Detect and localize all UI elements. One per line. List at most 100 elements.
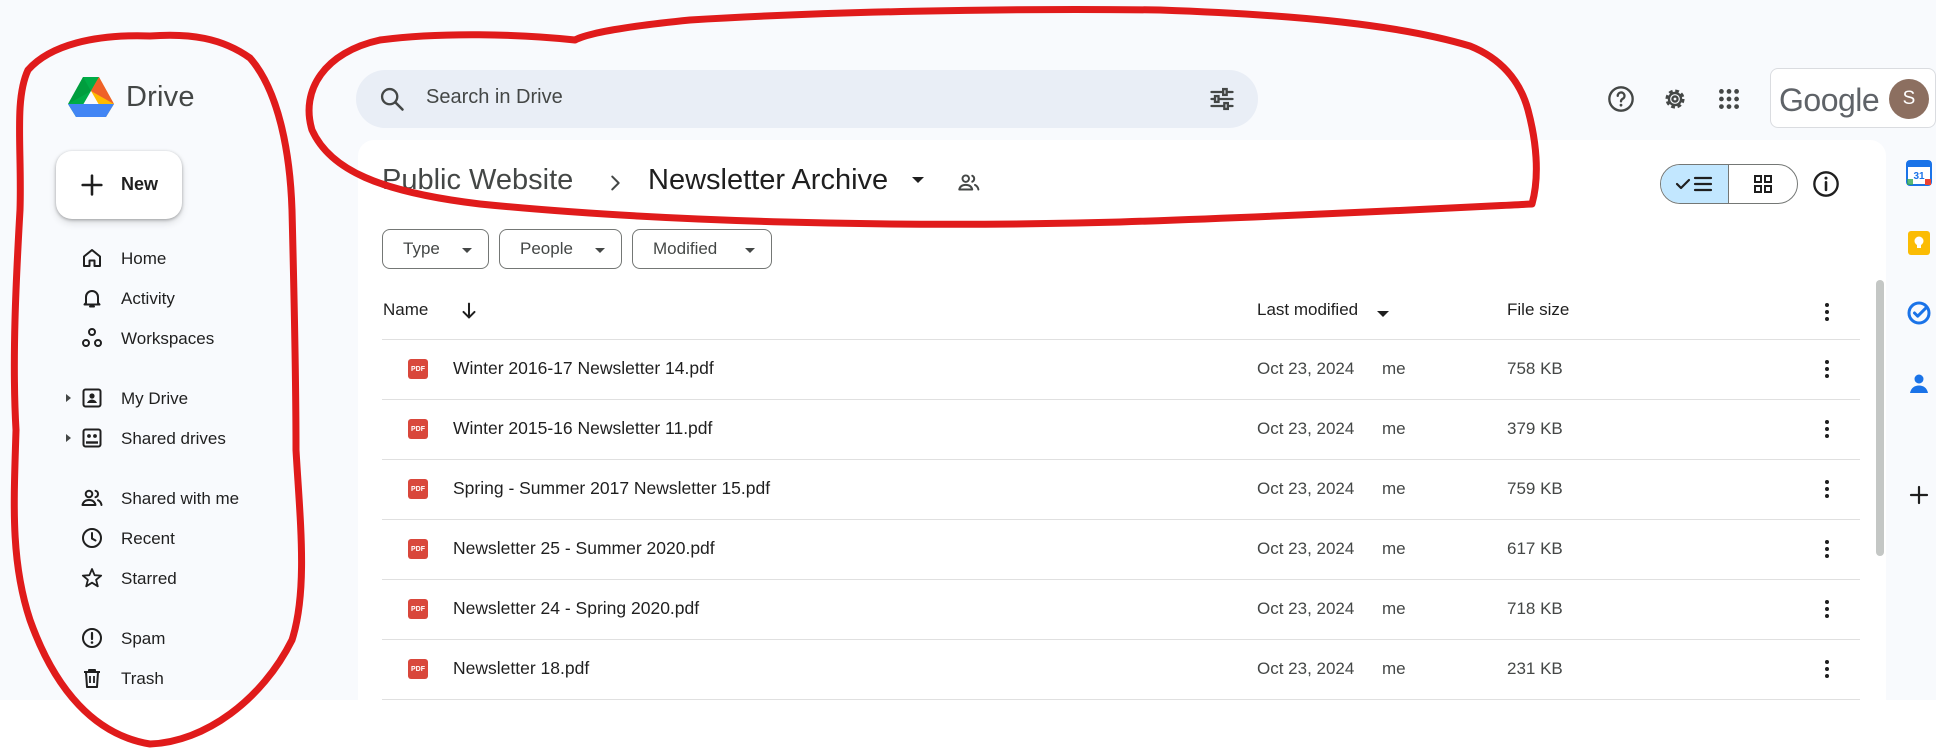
file-modified-date: Oct 23, 2024	[1257, 479, 1355, 498]
settings-button[interactable]	[1660, 84, 1690, 114]
expand-caret-icon[interactable]	[66, 394, 71, 402]
shared-drives-icon	[82, 428, 102, 448]
expand-caret-icon[interactable]	[66, 434, 71, 442]
calendar-date: 31	[1913, 171, 1925, 182]
contacts-icon	[1910, 374, 1928, 393]
breadcrumb-current-folder[interactable]: Newsletter Archive	[648, 164, 888, 197]
sidebar-item-spam[interactable]: Spam	[64, 622, 294, 654]
file-modified-by: me	[1382, 359, 1406, 378]
file-name[interactable]: Winter 2016-17 Newsletter 14.pdf	[453, 358, 714, 379]
file-name[interactable]: Spring - Summer 2017 Newsletter 15.pdf	[453, 478, 770, 499]
file-name[interactable]: Newsletter 24 - Spring 2020.pdf	[453, 598, 699, 619]
pdf-icon: PDF	[408, 359, 428, 379]
pdf-icon: PDF	[408, 479, 428, 499]
app-name: Drive	[126, 80, 195, 113]
info-icon[interactable]	[1812, 170, 1840, 198]
file-size: 759 KB	[1507, 479, 1563, 498]
file-modified-date: Oct 23, 2024	[1257, 359, 1355, 378]
sidebar-item-label: Activity	[121, 289, 175, 308]
folder-menu-dropdown-icon[interactable]	[912, 177, 924, 183]
shared-folder-icon[interactable]	[956, 170, 982, 196]
file-size: 758 KB	[1507, 359, 1563, 378]
dropdown-arrow-icon	[595, 248, 605, 253]
file-modified-by: me	[1382, 659, 1406, 678]
filter-people[interactable]: People	[499, 229, 622, 269]
filter-type[interactable]: Type	[382, 229, 489, 269]
trash-icon	[84, 669, 100, 688]
grid-view-button[interactable]	[1729, 165, 1797, 203]
file-size: 231 KB	[1507, 659, 1563, 678]
sidebar-item-shared-drives[interactable]: Shared drives	[64, 422, 294, 454]
tasks-app-button[interactable]	[1906, 300, 1932, 326]
more-vert-icon[interactable]	[1815, 357, 1839, 381]
bell-icon	[83, 290, 101, 308]
more-vert-icon[interactable]	[1815, 300, 1839, 324]
sidebar-item-starred[interactable]: Starred	[64, 562, 294, 594]
contacts-app-button[interactable]	[1906, 370, 1932, 396]
account-chip[interactable]: Google S	[1770, 68, 1936, 128]
table-row[interactable]: PDF Winter 2016-17 Newsletter 14.pdf Oct…	[382, 339, 1860, 399]
more-vert-icon[interactable]	[1815, 657, 1839, 681]
more-vert-icon[interactable]	[1815, 537, 1839, 561]
table-row[interactable]: PDF Winter 2015-16 Newsletter 11.pdf Oct…	[382, 399, 1860, 459]
sidebar-item-workspaces[interactable]: Workspaces	[64, 322, 294, 354]
sort-dropdown-icon[interactable]	[1377, 311, 1389, 317]
new-button[interactable]: New	[56, 151, 182, 219]
table-row[interactable]: PDF Newsletter 24 - Spring 2020.pdf Oct …	[382, 579, 1860, 639]
filter-label: Modified	[653, 239, 718, 258]
breadcrumb-root[interactable]: Public Website	[382, 164, 573, 197]
file-modified-by: me	[1382, 479, 1406, 498]
sort-arrow-down-icon[interactable]	[458, 300, 480, 322]
list-view-button[interactable]	[1661, 165, 1729, 203]
people-icon	[81, 489, 103, 506]
file-modified-date: Oct 23, 2024	[1257, 419, 1355, 438]
file-modified-date: Oct 23, 2024	[1257, 659, 1355, 678]
avatar[interactable]: S	[1889, 79, 1929, 119]
drive-brand[interactable]: Drive	[68, 76, 195, 118]
table-row[interactable]: PDF Newsletter 18.pdf Oct 23, 2024 me 23…	[382, 639, 1860, 699]
home-icon	[83, 249, 101, 267]
more-vert-icon[interactable]	[1815, 597, 1839, 621]
sidebar-item-label: Recent	[121, 529, 175, 548]
file-name[interactable]: Newsletter 25 - Summer 2020.pdf	[453, 538, 715, 559]
file-size: 617 KB	[1507, 539, 1563, 558]
apps-button[interactable]	[1714, 84, 1744, 114]
search-input[interactable]: Search in Drive	[426, 86, 563, 109]
more-vert-icon[interactable]	[1815, 477, 1839, 501]
table-row[interactable]: PDF Newsletter 25 - Summer 2020.pdf Oct …	[382, 519, 1860, 579]
plus-icon	[1909, 485, 1929, 505]
search-options-icon[interactable]	[1208, 85, 1236, 113]
file-name[interactable]: Newsletter 18.pdf	[453, 658, 589, 679]
workspaces-icon	[82, 328, 102, 347]
filter-label: Type	[403, 239, 440, 258]
add-addon-button[interactable]	[1906, 482, 1932, 508]
table-row[interactable]: PDF Spring - Summer 2017 Newsletter 15.p…	[382, 459, 1860, 519]
column-header-file-size[interactable]: File size	[1507, 300, 1569, 320]
sidebar-item-home[interactable]: Home	[64, 242, 294, 274]
sidebar-item-label: Home	[121, 249, 167, 268]
sidebar-item-trash[interactable]: Trash	[64, 662, 294, 694]
more-vert-icon[interactable]	[1815, 417, 1839, 441]
sidebar-item-shared-with-me[interactable]: Shared with me	[64, 482, 294, 514]
search-bar[interactable]: Search in Drive	[356, 70, 1258, 128]
file-name[interactable]: Winter 2015-16 Newsletter 11.pdf	[453, 418, 712, 439]
column-header-name[interactable]: Name	[383, 300, 428, 320]
sidebar-item-my-drive[interactable]: My Drive	[64, 382, 294, 414]
filter-modified[interactable]: Modified	[632, 229, 772, 269]
plus-icon	[81, 174, 103, 196]
dropdown-arrow-icon	[745, 248, 755, 253]
sidebar-item-recent[interactable]: Recent	[64, 522, 294, 554]
column-header-last-modified[interactable]: Last modified	[1257, 300, 1358, 320]
pdf-icon: PDF	[408, 659, 428, 679]
google-wordmark: Google	[1779, 82, 1880, 118]
search-icon[interactable]	[378, 85, 406, 113]
page-bottom	[0, 700, 1936, 752]
sidebar-item-activity[interactable]: Activity	[64, 282, 294, 314]
sidebar-item-label: Shared drives	[121, 429, 226, 448]
scrollbar-thumb[interactable]	[1876, 280, 1884, 556]
help-button[interactable]	[1606, 84, 1636, 114]
keep-app-button[interactable]	[1906, 230, 1932, 256]
check-list-icon	[1675, 176, 1712, 192]
clock-icon	[82, 528, 102, 548]
calendar-app-button[interactable]: 31	[1906, 160, 1932, 186]
